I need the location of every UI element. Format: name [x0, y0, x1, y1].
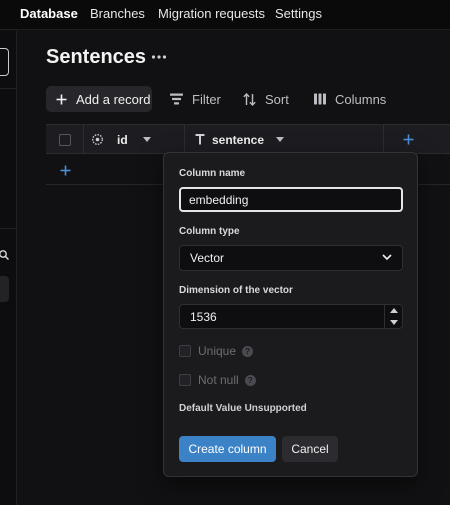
text-type-icon: [195, 134, 205, 145]
filter-button[interactable]: Filter: [170, 86, 221, 112]
sidebar-divider: [0, 228, 17, 229]
create-column-button[interactable]: Create column: [179, 436, 276, 462]
column-type-select[interactable]: Vector: [179, 245, 403, 271]
default-value-note: Default Value Unsupported: [179, 403, 307, 414]
add-record-label: Add a record: [76, 91, 151, 107]
columns-icon: [314, 93, 326, 105]
sort-icon: [243, 92, 256, 106]
caret-down-icon[interactable]: [276, 136, 285, 143]
select-all-checkbox[interactable]: [58, 133, 71, 146]
sort-button[interactable]: Sort: [243, 86, 289, 112]
column-header-sentence[interactable]: sentence: [185, 125, 384, 154]
dimension-label: Dimension of the vector: [179, 285, 293, 296]
sort-label: Sort: [265, 91, 289, 107]
page-title: Sentences: [46, 46, 147, 68]
column-type-label: Column type: [179, 226, 240, 237]
more-horizontal-icon[interactable]: [151, 50, 167, 64]
sidebar-branch-selector[interactable]: [0, 48, 9, 76]
columns-label: Columns: [335, 91, 387, 107]
plus-icon: [56, 94, 67, 104]
column-name-id: id: [117, 132, 128, 147]
sidebar: [0, 31, 17, 505]
chevron-down-icon: [382, 254, 392, 261]
help-icon[interactable]: ?: [242, 345, 254, 357]
caret-down-icon: [390, 320, 398, 325]
not-null-checkbox[interactable]: [179, 374, 191, 386]
add-column-popover: Column name Column type Vector Dimension…: [163, 152, 418, 477]
unique-checkbox[interactable]: [179, 345, 191, 357]
unique-label: Unique: [198, 344, 237, 358]
plus-icon[interactable]: [403, 134, 414, 145]
grid-header: id sentence: [46, 125, 450, 154]
filter-icon: [170, 93, 183, 105]
column-name-sentence: sentence: [212, 132, 265, 147]
column-name-input[interactable]: [179, 187, 403, 212]
columns-button[interactable]: Columns: [314, 86, 386, 112]
sidebar-divider: [0, 88, 17, 89]
caret-up-icon: [390, 308, 398, 313]
column-type-value: Vector: [190, 251, 225, 265]
top-navigation: Database Branches Migration requests Set…: [0, 0, 450, 30]
dimension-input[interactable]: [180, 305, 380, 328]
increment-button[interactable]: [385, 305, 403, 316]
dimension-stepper: [384, 305, 402, 328]
dimension-input-wrapper: [179, 304, 403, 329]
unique-option[interactable]: Unique ?: [179, 344, 254, 358]
caret-down-icon[interactable]: [142, 136, 151, 143]
filter-label: Filter: [192, 91, 221, 107]
sidebar-search-field[interactable]: [0, 276, 9, 302]
decrement-button[interactable]: [385, 317, 403, 328]
nav-tab-settings[interactable]: Settings: [275, 6, 322, 21]
select-all-cell: [46, 125, 84, 154]
add-column-cell[interactable]: [384, 125, 432, 154]
id-column-icon: [92, 134, 103, 145]
nav-tab-migration-requests[interactable]: Migration requests: [158, 6, 265, 21]
nav-tab-branches[interactable]: Branches: [90, 6, 145, 21]
cancel-button[interactable]: Cancel: [282, 436, 338, 462]
not-null-option[interactable]: Not null ?: [179, 373, 256, 387]
plus-icon[interactable]: [60, 165, 71, 176]
not-null-label: Not null: [198, 373, 239, 387]
column-header-id[interactable]: id: [84, 125, 185, 154]
add-record-button[interactable]: Add a record: [46, 86, 152, 112]
column-name-label: Column name: [179, 168, 246, 179]
help-icon[interactable]: ?: [244, 374, 256, 386]
search-icon[interactable]: [0, 249, 10, 263]
nav-tab-database[interactable]: Database: [20, 6, 78, 21]
